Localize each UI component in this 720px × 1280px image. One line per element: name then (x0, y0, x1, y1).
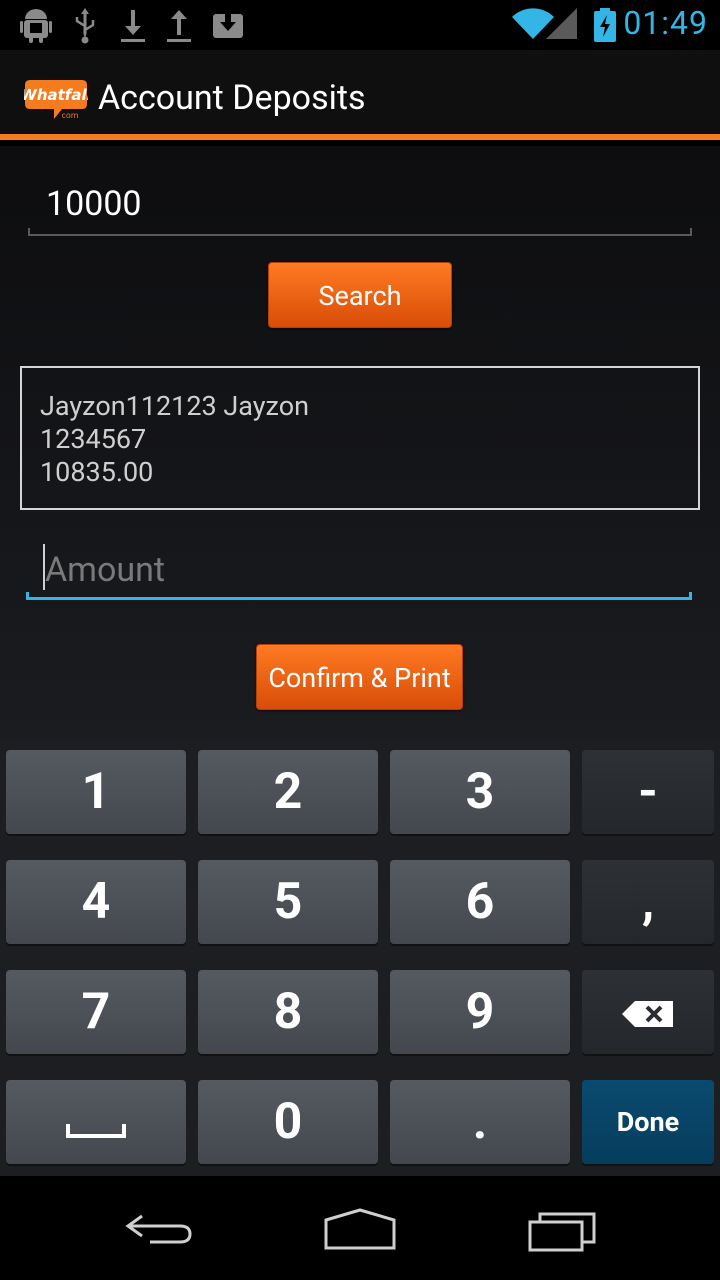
navigation-bar (0, 1176, 720, 1280)
recent-apps-icon[interactable] (526, 1206, 598, 1254)
status-bar: 01:49 (0, 0, 720, 50)
key-minus[interactable]: - (582, 750, 714, 834)
input-underline-focused (26, 592, 692, 600)
account-number-value: 10000 (46, 184, 142, 224)
signal-icon (546, 8, 577, 39)
account-name: Jayzon112123 Jayzon (40, 390, 310, 422)
main-content: 10000 Search Jayzon112123 Jayzon 1234567… (0, 146, 720, 740)
key-3[interactable]: 3 (390, 750, 570, 834)
clock-time: 01:49 (623, 4, 708, 42)
space-icon (66, 1124, 126, 1138)
key-9[interactable]: 9 (390, 970, 570, 1054)
key-period[interactable]: . (390, 1080, 570, 1164)
key-0[interactable]: 0 (198, 1080, 378, 1164)
key-4[interactable]: 4 (6, 860, 186, 944)
account-info-box: Jayzon112123 Jayzon 1234567 10835.00 (20, 366, 700, 510)
search-button[interactable]: Search (268, 262, 452, 328)
space-key[interactable] (6, 1080, 186, 1164)
download-box-icon (213, 10, 243, 38)
action-bar-divider (0, 134, 720, 140)
usb-icon (75, 8, 95, 44)
key-8[interactable]: 8 (198, 970, 378, 1054)
confirm-print-button[interactable]: Confirm & Print (256, 644, 463, 710)
app-logo[interactable]: Whatfall com (24, 76, 88, 122)
battery-charging-icon (594, 8, 616, 42)
account-balance: 10835.00 (40, 456, 154, 488)
key-2[interactable]: 2 (198, 750, 378, 834)
svg-text:Whatfall: Whatfall (24, 86, 88, 104)
page-title: Account Deposits (98, 78, 366, 118)
done-key[interactable]: Done (582, 1080, 714, 1164)
key-7[interactable]: 7 (6, 970, 186, 1054)
numeric-keyboard: 1 2 3 - 4 5 6 , 7 8 9 0 . Done (0, 740, 720, 1176)
amount-placeholder: Amount (45, 550, 166, 590)
key-5[interactable]: 5 (198, 860, 378, 944)
back-icon[interactable] (124, 1206, 196, 1254)
key-1[interactable]: 1 (6, 750, 186, 834)
input-underline (28, 228, 692, 236)
account-number-input[interactable]: 10000 (28, 184, 692, 236)
key-6[interactable]: 6 (390, 860, 570, 944)
backspace-key[interactable] (582, 970, 714, 1054)
amount-input[interactable]: Amount (26, 542, 692, 600)
home-icon[interactable] (322, 1206, 398, 1254)
backspace-icon (622, 1001, 673, 1027)
download-icon (121, 10, 145, 42)
upload-icon (167, 10, 191, 42)
key-comma[interactable]: , (582, 860, 714, 944)
svg-text:com: com (61, 111, 78, 120)
android-icon (20, 9, 52, 43)
account-number: 1234567 (40, 423, 147, 455)
action-bar: Whatfall com Account Deposits (0, 50, 720, 140)
